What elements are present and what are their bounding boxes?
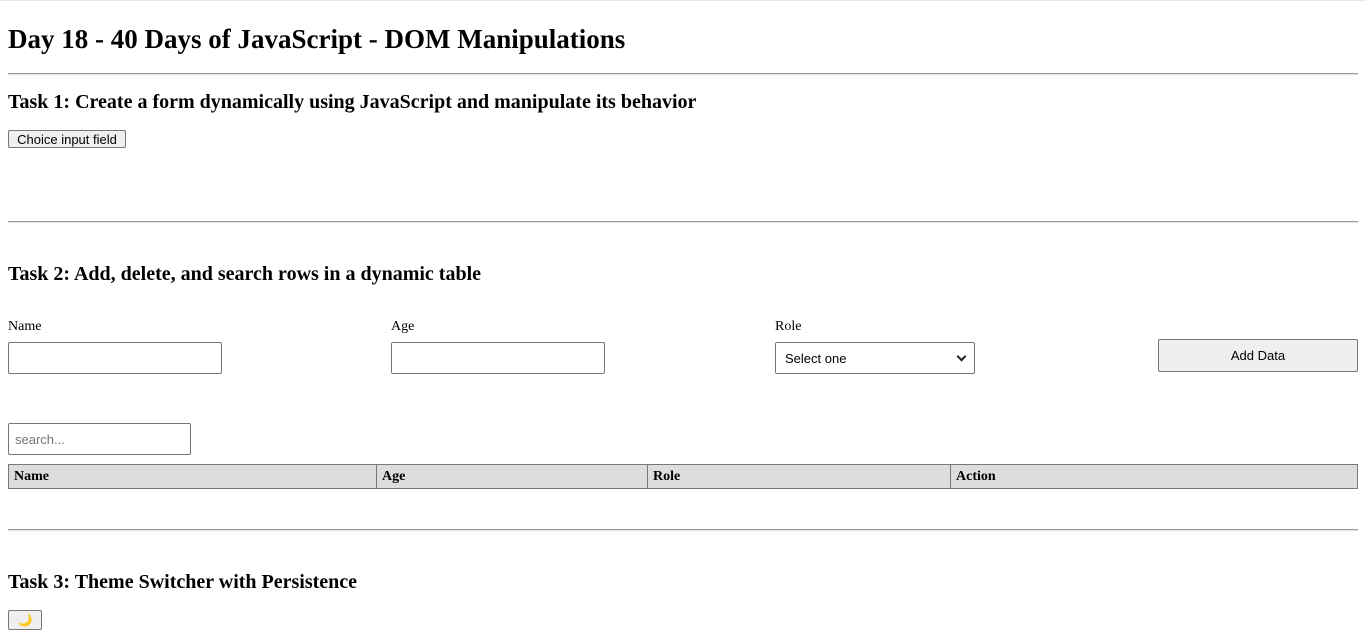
divider [8,73,1358,75]
divider [8,221,1358,223]
column-header-age: Age [376,464,648,489]
age-input[interactable] [391,342,605,374]
column-header-role: Role [647,464,951,489]
task3-heading: Task 3: Theme Switcher with Persistence [8,571,358,593]
divider [8,529,1358,531]
page-title: Day 18 - 40 Days of JavaScript - DOM Man… [8,24,626,54]
name-label: Name [8,319,42,334]
data-table: Name Age Role Action [8,464,1358,489]
add-data-button[interactable]: Add Data [1158,339,1358,372]
chevron-down-icon [956,351,967,361]
name-input[interactable] [8,342,222,374]
choice-input-field-button[interactable]: Choice input field [8,130,126,148]
moon-icon: 🌙 [17,613,33,627]
task1-heading: Task 1: Create a form dynamically using … [8,91,697,113]
role-select-value: Select one [785,350,847,366]
column-header-action: Action [950,464,1358,489]
age-label: Age [391,319,415,334]
role-label: Role [775,319,802,334]
theme-toggle-button[interactable]: 🌙 [8,610,42,630]
task2-heading: Task 2: Add, delete, and search rows in … [8,263,482,285]
table-header-row: Name Age Role Action [8,464,1358,489]
column-header-name: Name [8,464,377,489]
search-input[interactable] [8,423,191,455]
role-select[interactable]: Select one [775,342,975,374]
